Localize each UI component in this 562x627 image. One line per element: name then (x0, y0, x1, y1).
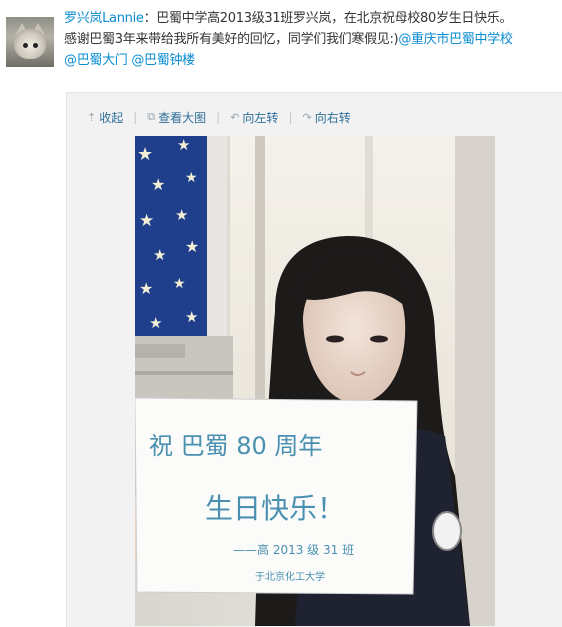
cabinet-slot (135, 344, 185, 358)
svg-text:★: ★ (185, 308, 198, 326)
post-photo[interactable]: ★ ★ ★ ★ ★ ★ ★ ★ ★ ★ ★ ★ 祝 巴蜀 80 周年 生日快乐！… (135, 136, 495, 626)
curtain (135, 136, 207, 336)
rotate-left-label: 向左转 (242, 110, 279, 125)
svg-text:★: ★ (175, 206, 188, 224)
curtain-edge (207, 136, 227, 336)
card-line-2: 生日快乐！ (205, 492, 345, 525)
mention-bashu-school[interactable]: @重庆市巴蜀中学校 (398, 32, 513, 47)
photo-illustration: ★ ★ ★ ★ ★ ★ ★ ★ ★ ★ ★ ★ 祝 巴蜀 80 周年 生日快乐！… (135, 136, 495, 626)
rotate-left-button[interactable]: ↶ 向左转 (230, 109, 278, 126)
external-view-icon: ⧉ (147, 110, 156, 123)
author-link[interactable]: 罗兴岚Lannie (64, 11, 144, 26)
post-text-part-1: ：巴蜀中学高2013级31班罗兴岚，在北京祝母校80岁生日快乐。 (143, 11, 513, 26)
view-large-button[interactable]: ⧉ 查看大图 (147, 109, 206, 126)
collapse-label: 收起 (99, 110, 124, 125)
avatar[interactable] (6, 17, 54, 67)
svg-text:★: ★ (185, 237, 199, 256)
mention-bashu-clocktower[interactable]: @巴蜀钟楼 (131, 53, 195, 68)
svg-text:★: ★ (149, 314, 162, 332)
toolbar-divider: | (133, 110, 138, 124)
cat-eye-left (23, 43, 28, 48)
view-large-label: 查看大图 (158, 110, 207, 125)
toolbar-divider: | (288, 110, 293, 124)
post-line-3: @巴蜀大门 @巴蜀钟楼 (64, 50, 560, 71)
cat-face (14, 29, 46, 59)
post-text-part-2: 感谢巴蜀3年来带给我所有美好的回忆，同学们我们寒假见:) (64, 32, 399, 47)
post-line-1: 罗兴岚Lannie：巴蜀中学高2013级31班罗兴岚，在北京祝母校80岁生日快乐… (64, 8, 560, 29)
collapse-button[interactable]: ⇡ 收起 (87, 109, 123, 126)
svg-text:★: ★ (139, 211, 154, 231)
cabinet-line (135, 371, 233, 375)
svg-text:★: ★ (151, 175, 165, 194)
post-line-2: 感谢巴蜀3年来带给我所有美好的回忆，同学们我们寒假见:)@重庆市巴蜀中学校 (64, 29, 560, 50)
svg-text:★: ★ (139, 279, 153, 298)
svg-text:★: ★ (177, 136, 190, 154)
toolbar-divider: | (216, 110, 221, 124)
svg-text:★: ★ (173, 276, 186, 292)
eye-right (370, 335, 388, 343)
image-toolbar: ⇡ 收起 | ⧉ 查看大图 | ↶ 向左转 | ↷ 向右转 (87, 109, 351, 125)
eye-left (326, 335, 344, 343)
rotate-left-icon: ↶ (230, 110, 240, 124)
rotate-right-label: 向右转 (314, 110, 351, 125)
card-line-1: 祝 巴蜀 80 周年 (149, 432, 322, 460)
jacket-badge (432, 511, 462, 551)
rotate-right-button[interactable]: ↷ 向右转 (302, 109, 350, 126)
card-line-3: ——高 2013 级 31 班 (233, 542, 354, 557)
post-text: 罗兴岚Lannie：巴蜀中学高2013级31班罗兴岚，在北京祝母校80岁生日快乐… (64, 8, 560, 71)
rotate-right-icon: ↷ (302, 110, 312, 124)
svg-text:★: ★ (153, 246, 166, 264)
cat-eye-right (33, 43, 38, 48)
mention-bashu-gate[interactable]: @巴蜀大门 (64, 53, 128, 68)
card-line-4: 于北京化工大学 (255, 570, 325, 583)
svg-text:★: ★ (185, 170, 198, 186)
up-arrow-icon: ⇡ (87, 110, 97, 124)
svg-text:★: ★ (137, 144, 153, 165)
